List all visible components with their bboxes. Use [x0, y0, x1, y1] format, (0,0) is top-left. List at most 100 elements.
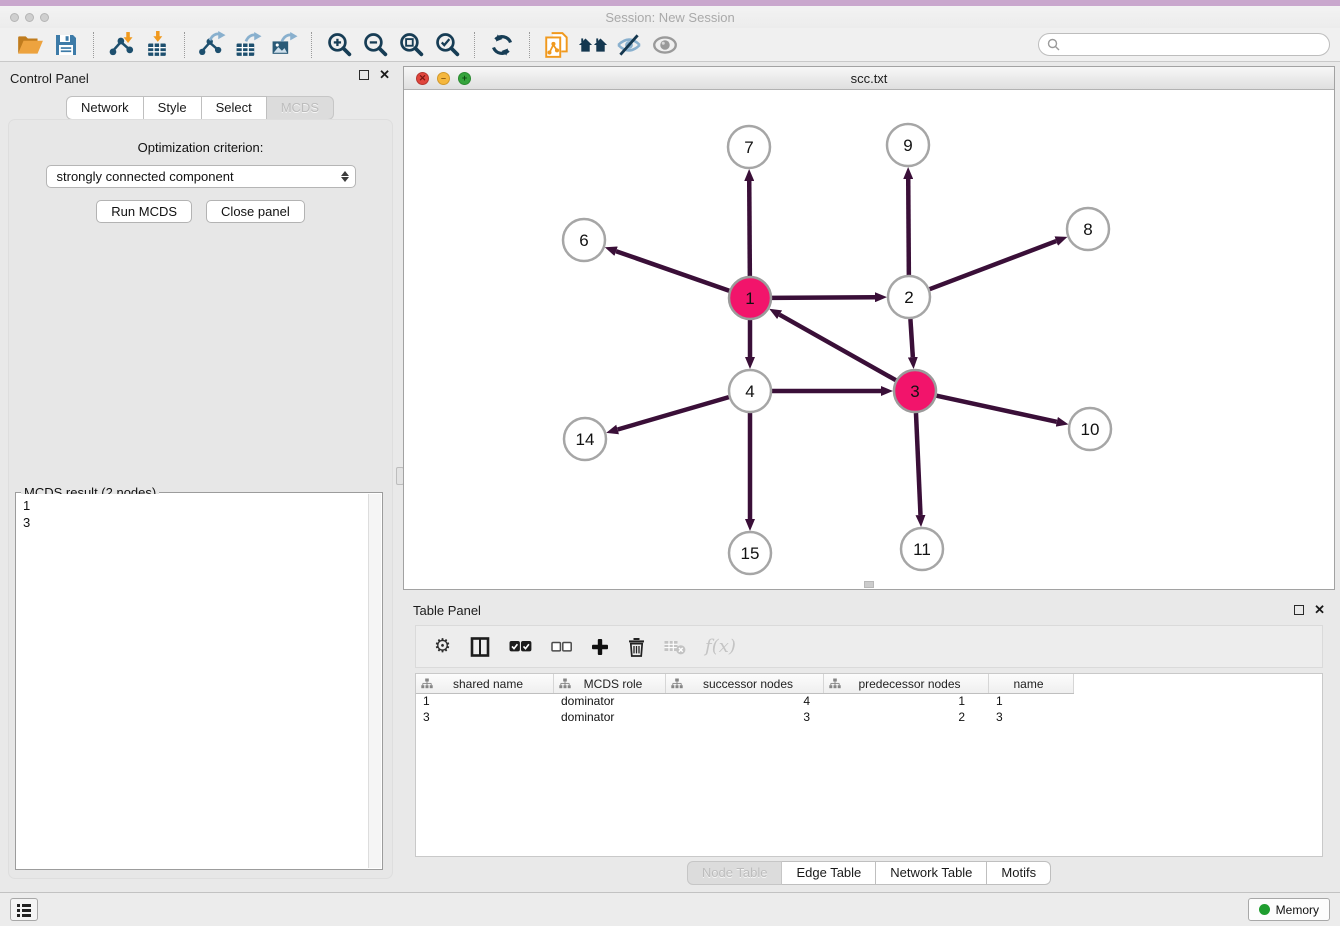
result-line: 3	[23, 514, 362, 531]
graph-node-14[interactable]: 14	[564, 418, 606, 460]
graph-node-2[interactable]: 2	[888, 276, 930, 318]
run-mcds-button[interactable]: Run MCDS	[96, 200, 192, 223]
result-scrollbar[interactable]	[368, 494, 381, 868]
graph-node-3[interactable]: 3	[894, 370, 936, 412]
tab-network-table[interactable]: Network Table	[876, 861, 987, 885]
column-header-shared-name[interactable]: shared name	[416, 674, 554, 693]
table-header-row: shared nameMCDS rolesuccessor nodesprede…	[416, 674, 1074, 694]
result-line: 1	[23, 497, 362, 514]
hierarchy-icon	[671, 678, 683, 689]
add-row-icon[interactable]	[591, 638, 609, 656]
graph-node-7[interactable]: 7	[728, 126, 770, 168]
hierarchy-icon	[829, 678, 841, 689]
criterion-select[interactable]: strongly connected component	[46, 165, 356, 188]
memory-status-icon	[1259, 904, 1270, 915]
table-row[interactable]: 1dominator411	[416, 694, 1322, 710]
table-cell: 1	[824, 694, 989, 710]
table-cell: 1	[989, 694, 1074, 710]
tab-edge-table[interactable]: Edge Table	[782, 861, 876, 885]
task-history-button[interactable]	[10, 898, 38, 921]
node-label: 2	[904, 288, 913, 307]
graph-edge-2-3[interactable]	[910, 319, 912, 357]
tab-network[interactable]: Network	[66, 96, 144, 120]
window-titlebar: Session: New Session	[0, 6, 1340, 28]
table-import-icon[interactable]	[142, 30, 172, 60]
node-label: 14	[576, 430, 595, 449]
graph-node-9[interactable]: 9	[887, 124, 929, 166]
node-label: 9	[903, 136, 912, 155]
zoom-fit-icon[interactable]	[396, 30, 426, 60]
close-table-panel-icon[interactable]: ✕	[1314, 605, 1325, 615]
graph-edge-3-1[interactable]	[780, 315, 896, 381]
graph-edge-3-10[interactable]	[936, 396, 1056, 422]
zoom-in-icon[interactable]	[324, 30, 354, 60]
node-table: shared nameMCDS rolesuccessor nodesprede…	[415, 673, 1323, 857]
canvas-resize-grip[interactable]	[864, 581, 874, 588]
network-export-icon[interactable]	[197, 30, 227, 60]
folder-open-icon[interactable]	[15, 30, 45, 60]
refresh-icon[interactable]	[487, 30, 517, 60]
gear-icon[interactable]: ⚙	[434, 637, 451, 656]
graph-node-10[interactable]: 10	[1069, 408, 1111, 450]
column-header-predecessor-nodes[interactable]: predecessor nodes	[824, 674, 989, 693]
houses-icon[interactable]	[578, 30, 608, 60]
node-label: 11	[913, 540, 931, 559]
graph-node-15[interactable]: 15	[729, 532, 771, 574]
graph-edge-4-14[interactable]	[618, 397, 729, 429]
column-header-name[interactable]: name	[989, 674, 1074, 693]
network-import-icon[interactable]	[106, 30, 136, 60]
tab-style[interactable]: Style	[144, 96, 202, 120]
select-all-icon[interactable]	[509, 640, 532, 653]
graph-node-4[interactable]: 4	[729, 370, 771, 412]
node-label: 3	[910, 382, 919, 401]
zoom-selected-icon[interactable]	[432, 30, 462, 60]
hierarchy-icon	[421, 678, 433, 689]
status-bar: Memory	[0, 892, 1340, 926]
window-title: Session: New Session	[0, 10, 1340, 25]
table-panel-title: Table Panel	[413, 603, 481, 618]
table-panel: Table Panel ✕ ⚙f(x) shared nameMCDS role…	[403, 597, 1335, 890]
tab-motifs[interactable]: Motifs	[987, 861, 1051, 885]
search-input[interactable]	[1065, 38, 1321, 52]
graph-edge-1-2[interactable]	[772, 297, 875, 298]
network-canvas[interactable]: 7 9 6 8 1 2 4 3 14 10 15 11	[404, 90, 1334, 589]
node-label: 4	[745, 382, 754, 401]
table-export-icon[interactable]	[233, 30, 263, 60]
save-icon[interactable]	[51, 30, 81, 60]
graph-edge-2-9[interactable]	[908, 179, 909, 275]
graph-node-1[interactable]: 1	[729, 277, 771, 319]
memory-button[interactable]: Memory	[1248, 898, 1330, 921]
graph-node-6[interactable]: 6	[563, 219, 605, 261]
zoom-out-icon[interactable]	[360, 30, 390, 60]
deselect-all-icon[interactable]	[551, 641, 572, 653]
graph-edge-3-11[interactable]	[916, 413, 921, 515]
float-table-panel-icon[interactable]	[1294, 605, 1304, 615]
network-copy-icon[interactable]	[542, 30, 572, 60]
mcds-result-text[interactable]: 13	[17, 494, 368, 868]
tab-node-table[interactable]: Node Table	[687, 861, 783, 885]
application-window: Session: New Session Control Panel ✕ Net…	[0, 0, 1340, 926]
close-panel-icon[interactable]: ✕	[379, 70, 390, 80]
graph-node-8[interactable]: 8	[1067, 208, 1109, 250]
graph-node-11[interactable]: 11	[901, 528, 943, 570]
node-label: 7	[744, 138, 753, 157]
graph-edge-1-6[interactable]	[616, 251, 729, 291]
columns-icon[interactable]	[470, 637, 490, 657]
column-header-MCDS-role[interactable]: MCDS role	[554, 674, 666, 693]
network-graph[interactable]: 7 9 6 8 1 2 4 3 14 10 15 11	[404, 90, 1334, 589]
eye-icon[interactable]	[650, 30, 680, 60]
table-cell: 3	[666, 710, 824, 726]
main-toolbar	[0, 28, 1340, 62]
table-cell: dominator	[554, 694, 666, 710]
image-export-icon[interactable]	[269, 30, 299, 60]
graph-edge-1-7[interactable]	[749, 181, 750, 276]
float-panel-icon[interactable]	[359, 70, 369, 80]
graph-edge-2-8[interactable]	[930, 241, 1057, 289]
eye-slash-icon[interactable]	[614, 30, 644, 60]
tab-select[interactable]: Select	[202, 96, 267, 120]
close-panel-button[interactable]: Close panel	[206, 200, 305, 223]
table-row[interactable]: 3dominator323	[416, 710, 1322, 726]
column-header-successor-nodes[interactable]: successor nodes	[666, 674, 824, 693]
tab-mcds[interactable]: MCDS	[267, 96, 334, 120]
trash-icon[interactable]	[628, 637, 645, 657]
